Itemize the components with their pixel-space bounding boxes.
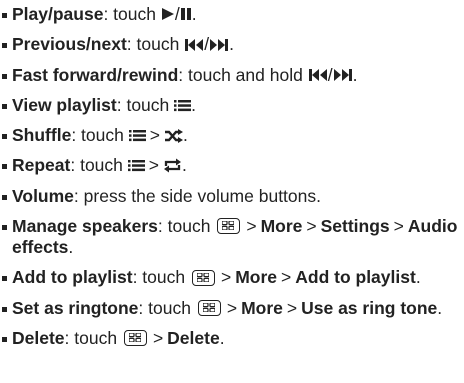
bullet-icon [2,225,7,231]
item-term: Shuffle [12,125,72,146]
item-term: Set as ringtone [12,297,139,318]
menu-step: Add to playlist [295,267,416,288]
item-term: Fast forward/rewind [12,64,179,85]
item-text: : touch [70,155,128,176]
item-end: . [352,64,358,85]
item-end: . [219,327,225,348]
bullet-icon [2,134,7,140]
item-text: : press the side volume buttons. [73,185,321,206]
pause-icon [180,7,192,21]
arrow-separator: > [286,297,298,318]
list-item: Fast forward/rewind: touch and hold /. [0,65,464,86]
play-icon [161,7,175,21]
menu-step: Delete [167,327,220,348]
item-text: : touch [126,34,185,55]
playlist-icon [174,99,192,112]
list-item: View playlist: touch . [0,95,464,116]
bullet-icon [2,276,7,282]
item-text: : touch [64,327,122,348]
list-item: Repeat: touch >. [0,155,464,176]
item-term: Add to playlist [12,267,133,288]
arrow-separator: > [246,216,257,237]
menu-step: More [260,216,303,237]
list-item: Previous/next: touch /. [0,34,464,55]
item-text: : touch [138,297,196,318]
repeat-icon [163,158,182,173]
item-text: : touch [71,125,129,146]
next-icon [209,38,229,52]
menu-step: More [235,267,278,288]
arrow-separator: > [149,125,160,146]
previous-icon [184,38,204,52]
bullet-icon [2,306,7,312]
item-term: Repeat [12,155,71,176]
menu-icon [197,300,221,317]
arrow-separator: > [393,216,404,237]
item-term: Manage speakers [12,216,158,237]
menu-icon [191,269,215,286]
list-item: Set as ringtone: touch > More > Use as ring… [0,298,464,319]
arrow-separator: > [306,216,317,237]
list-item: Manage speakers: touch > More > Settings > Au… [0,216,464,258]
menu-icon [217,218,241,235]
bullet-icon [2,194,7,200]
list-item: Play/pause: touch /. [0,4,464,25]
list-item: Shuffle: touch >. [0,125,464,146]
menu-step: Use as ring tone [301,297,438,318]
item-text: : touch [132,267,190,288]
item-end: . [415,267,421,288]
menu-icon [123,330,147,347]
instruction-list: Play/pause: touch /. Previous/next: touc… [0,4,464,358]
previous-icon [308,68,328,82]
bullet-icon [2,103,7,109]
item-text: : touch [103,4,161,24]
item-end: . [182,155,187,176]
item-text: : touch [157,216,216,237]
playlist-icon [127,159,145,172]
item-text: : touch [116,94,175,115]
next-icon [333,68,353,82]
list-item: Volume: press the side volume buttons. [0,186,464,207]
arrow-separator: > [152,327,164,348]
menu-step: Settings [320,216,390,237]
item-end: . [191,4,197,24]
item-term: Play/pause [12,4,104,24]
item-end: . [68,237,74,258]
item-text: : touch and hold [178,64,308,85]
arrow-separator: > [226,297,238,318]
bullet-icon [2,43,7,49]
menu-step: More [241,297,283,318]
item-term: Volume [12,185,74,206]
bullet-icon [2,13,7,18]
list-item: Add to playlist: touch > More > Add to play… [0,267,464,288]
arrow-separator: > [148,155,159,176]
bullet-icon [2,336,7,342]
item-term: Delete [12,327,65,348]
item-end: . [229,34,234,55]
item-term: Previous/next [12,34,127,55]
item-end: . [437,297,443,318]
item-end: . [191,94,197,115]
item-end: . [182,125,188,146]
arrow-separator: > [281,267,292,288]
bullet-icon [2,164,7,170]
playlist-icon [128,129,146,142]
item-term: View playlist [12,94,117,115]
shuffle-icon [164,128,183,143]
arrow-separator: > [220,267,232,288]
list-item: Delete: touch > Delete. [0,328,464,349]
bullet-icon [2,73,7,79]
